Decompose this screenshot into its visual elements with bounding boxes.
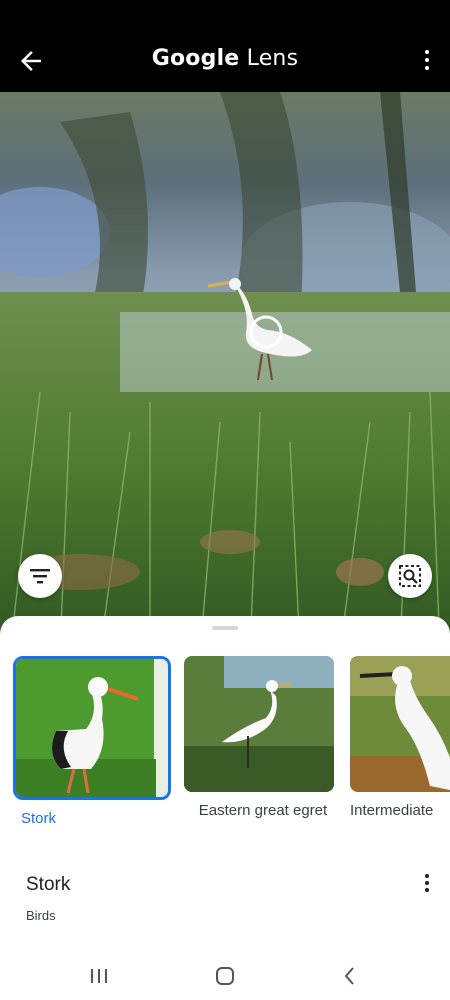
detail-more-button[interactable] <box>424 874 430 894</box>
app-title: Google Lens <box>0 46 450 71</box>
app-title-brand: Google <box>151 46 240 71</box>
result-card-intermediate[interactable]: Intermediate <box>350 656 450 819</box>
more-vert-icon <box>424 874 430 892</box>
back-nav-icon <box>344 967 354 985</box>
image-search-icon <box>399 565 421 587</box>
result-label-eastern-great-egret: Eastern great egret <box>198 802 328 819</box>
result-label-stork: Stork <box>21 810 57 827</box>
top-bar: Google Lens <box>0 0 450 92</box>
photo-scene <box>0 92 450 652</box>
result-card-eastern-great-egret[interactable]: Eastern great egret <box>184 656 342 819</box>
recent-apps-button[interactable] <box>87 964 111 988</box>
result-label-intermediate: Intermediate <box>350 802 434 819</box>
result-thumb-stork <box>13 656 171 800</box>
detail-title: Stork <box>26 874 71 895</box>
detail-subtitle: Birds <box>26 908 56 923</box>
sheet-drag-handle[interactable] <box>212 626 238 630</box>
results-sheet: Stork Eastern great egret Intermediate S… <box>0 616 450 1000</box>
result-card-stork[interactable]: Stork <box>13 656 171 827</box>
system-nav-bar <box>0 952 450 1000</box>
back-nav-button[interactable] <box>338 964 362 988</box>
search-region-button[interactable] <box>388 554 432 598</box>
more-options-button[interactable] <box>422 50 432 72</box>
result-thumb-intermediate <box>350 656 450 792</box>
home-icon <box>216 967 234 985</box>
visual-matches-carousel[interactable]: Stork Eastern great egret Intermediate <box>0 656 450 836</box>
app-title-product: Lens <box>239 46 299 71</box>
filter-icon <box>30 569 50 584</box>
result-thumb-egret <box>184 656 334 792</box>
recent-apps-icon <box>91 969 107 983</box>
home-button[interactable] <box>213 964 237 988</box>
filter-button[interactable] <box>18 554 62 598</box>
more-vert-icon <box>422 50 432 70</box>
captured-photo[interactable] <box>0 92 450 652</box>
